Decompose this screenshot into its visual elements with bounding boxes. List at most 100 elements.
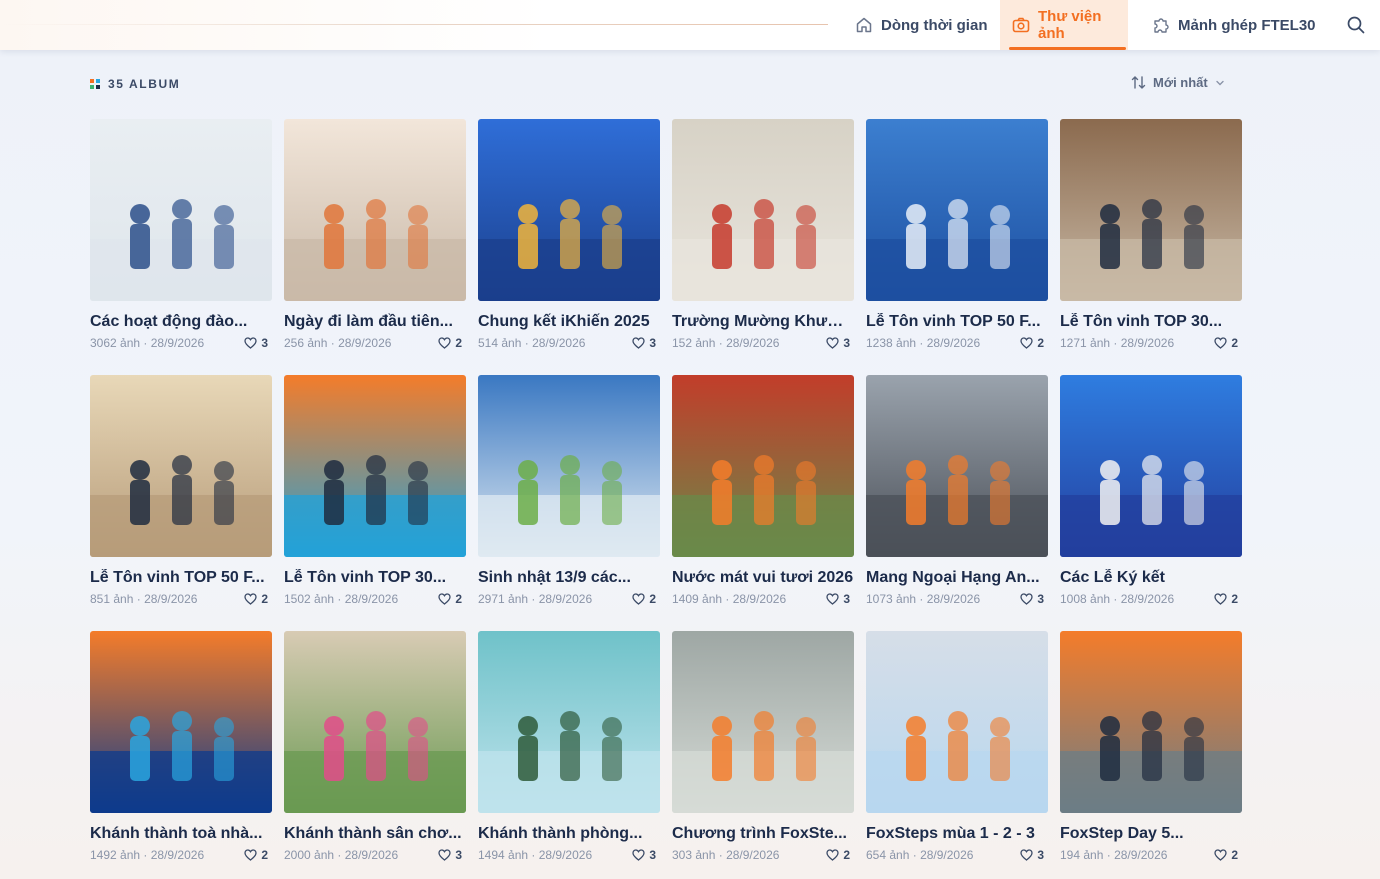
like-button[interactable]: 2 <box>1214 592 1238 606</box>
album-thumbnail[interactable] <box>284 119 466 301</box>
like-button[interactable]: 3 <box>244 336 268 350</box>
chevron-down-icon <box>1216 80 1224 85</box>
meta-separator: · <box>715 336 727 350</box>
album-photo-count: 2971 ảnh <box>478 592 529 606</box>
meta-separator: · <box>722 592 733 606</box>
album-card[interactable]: Trường Mường Khươn... 152 ảnh · 28/9/2026… <box>672 119 854 350</box>
album-title[interactable]: Ngày đi làm đầu tiên... <box>284 313 466 331</box>
album-photo-count-date: 2000 ảnh · 28/9/2026 <box>284 848 398 862</box>
album-title[interactable]: Lễ Tôn vinh TOP 30... <box>284 569 466 587</box>
album-card[interactable]: Các hoạt động đào... 3062 ảnh · 28/9/2026… <box>90 119 272 350</box>
album-thumbnail[interactable] <box>866 375 1048 557</box>
meta-separator: · <box>528 848 539 862</box>
album-title[interactable]: Lễ Tôn vinh TOP 30... <box>1060 313 1242 331</box>
album-thumbnail[interactable] <box>672 375 854 557</box>
album-title[interactable]: Các hoạt động đào... <box>90 313 272 331</box>
like-button[interactable]: 2 <box>1214 848 1238 862</box>
album-card[interactable]: Sinh nhật 13/9 các... 2971 ảnh · 28/9/202… <box>478 375 660 606</box>
album-thumbnail[interactable] <box>478 375 660 557</box>
like-button[interactable]: 2 <box>1020 336 1044 350</box>
album-photo-count-date: 256 ảnh · 28/9/2026 <box>284 336 391 350</box>
sort-dropdown[interactable]: Mới nhất <box>1131 75 1225 90</box>
heart-icon <box>1214 849 1227 861</box>
album-thumbnail[interactable] <box>90 631 272 813</box>
search-button[interactable] <box>1346 15 1366 35</box>
album-card[interactable]: Lễ Tôn vinh TOP 50 F... 1238 ảnh · 28/9/2… <box>866 119 1048 350</box>
like-button[interactable]: 2 <box>826 848 850 862</box>
like-button[interactable]: 2 <box>632 592 656 606</box>
album-photo-count-date: 654 ảnh · 28/9/2026 <box>866 848 973 862</box>
album-title[interactable]: Chung kết iKhiến 2025 <box>478 313 660 331</box>
album-photo-count: 303 ảnh <box>672 848 716 862</box>
like-button[interactable]: 3 <box>438 848 462 862</box>
album-meta: 1494 ảnh · 28/9/2026 3 <box>478 848 656 862</box>
album-title[interactable]: FoxSteps mùa 1 - 2 - 3 <box>866 825 1048 843</box>
album-card[interactable]: Khánh thành toà nhà... 1492 ảnh · 28/9/20… <box>90 631 272 862</box>
album-date: 28/9/2026 <box>538 848 593 862</box>
album-title[interactable]: Lễ Tôn vinh TOP 50 F... <box>90 569 272 587</box>
like-button[interactable]: 3 <box>632 848 656 862</box>
sort-icon <box>1131 76 1146 89</box>
album-card[interactable]: Lễ Tôn vinh TOP 30... 1502 ảnh · 28/9/202… <box>284 375 466 606</box>
like-button[interactable]: 2 <box>438 592 462 606</box>
heart-icon <box>244 849 257 861</box>
album-thumbnail[interactable] <box>1060 375 1242 557</box>
album-title[interactable]: Nước mát vui tươi 2026 <box>672 569 854 587</box>
like-button[interactable]: 3 <box>826 592 850 606</box>
album-thumbnail[interactable] <box>90 375 272 557</box>
album-thumbnail[interactable] <box>1060 631 1242 813</box>
album-thumbnail[interactable] <box>866 119 1048 301</box>
album-title[interactable]: Khánh thành toà nhà... <box>90 825 272 843</box>
album-card[interactable]: Các Lễ Ký kết 1008 ảnh · 28/9/2026 2 <box>1060 375 1242 606</box>
album-card[interactable]: Nước mát vui tươi 2026 1409 ảnh · 28/9/20… <box>672 375 854 606</box>
album-card[interactable]: Lễ Tôn vinh TOP 50 F... 851 ảnh · 28/9/20… <box>90 375 272 606</box>
album-thumbnail[interactable] <box>284 631 466 813</box>
album-card[interactable]: Mang Ngoại Hạng An... 1073 ảnh · 28/9/202… <box>866 375 1048 606</box>
album-thumbnail[interactable] <box>478 631 660 813</box>
album-thumbnail[interactable] <box>90 119 272 301</box>
search-icon <box>1347 16 1365 34</box>
album-thumbnail[interactable] <box>284 375 466 557</box>
album-card[interactable]: Khánh thành sân chơ... 2000 ảnh · 28/9/20… <box>284 631 466 862</box>
meta-separator: · <box>1103 848 1115 862</box>
like-button[interactable]: 2 <box>244 848 268 862</box>
like-button[interactable]: 3 <box>632 336 656 350</box>
album-card[interactable]: Chung kết iKhiến 2025 514 ảnh · 28/9/2026… <box>478 119 660 350</box>
like-button[interactable]: 2 <box>438 336 462 350</box>
album-title[interactable]: Khánh thành sân chơ... <box>284 825 466 843</box>
like-button[interactable]: 2 <box>244 592 268 606</box>
like-count: 2 <box>455 336 462 350</box>
album-title[interactable]: FoxStep Day 5... <box>1060 825 1242 843</box>
nav-tab-timeline[interactable]: Dòng thời gian <box>855 0 987 50</box>
album-card[interactable]: FoxSteps mùa 1 - 2 - 3 654 ảnh · 28/9/202… <box>866 631 1048 862</box>
album-card[interactable]: Lễ Tôn vinh TOP 30... 1271 ảnh · 28/9/202… <box>1060 119 1242 350</box>
album-thumbnail[interactable] <box>672 631 854 813</box>
like-button[interactable]: 3 <box>1020 592 1044 606</box>
album-meta: 194 ảnh · 28/9/2026 2 <box>1060 848 1238 862</box>
meta-separator: · <box>916 336 927 350</box>
album-thumbnail[interactable] <box>1060 119 1242 301</box>
album-title[interactable]: Sinh nhật 13/9 các... <box>478 569 660 587</box>
album-card[interactable]: Khánh thành phòng... 1494 ảnh · 28/9/2026… <box>478 631 660 862</box>
album-thumbnail[interactable] <box>672 119 854 301</box>
album-card[interactable]: Ngày đi làm đầu tiên... 256 ảnh · 28/9/20… <box>284 119 466 350</box>
like-button[interactable]: 3 <box>826 336 850 350</box>
album-title[interactable]: Các Lễ Ký kết <box>1060 569 1242 587</box>
album-card[interactable]: Chương trình FoxSte... 303 ảnh · 28/9/202… <box>672 631 854 862</box>
album-thumbnail[interactable] <box>866 631 1048 813</box>
album-thumbnail[interactable] <box>478 119 660 301</box>
album-title[interactable]: Mang Ngoại Hạng An... <box>866 569 1048 587</box>
heart-icon <box>826 849 839 861</box>
album-date: 28/9/2026 <box>726 848 780 862</box>
album-photo-count: 3062 ảnh <box>90 336 141 350</box>
album-card[interactable]: FoxStep Day 5... 194 ảnh · 28/9/2026 2 <box>1060 631 1242 862</box>
album-title[interactable]: Chương trình FoxSte... <box>672 825 854 843</box>
like-button[interactable]: 3 <box>1020 848 1044 862</box>
album-title[interactable]: Khánh thành phòng... <box>478 825 660 843</box>
nav-tab-puzzle[interactable]: Mảnh ghép FTEL30 <box>1152 0 1316 50</box>
album-title[interactable]: Lễ Tôn vinh TOP 50 F... <box>866 313 1048 331</box>
nav-tab-gallery[interactable]: Thư viện ảnh <box>1000 0 1128 50</box>
album-meta: 1492 ảnh · 28/9/2026 2 <box>90 848 268 862</box>
album-title[interactable]: Trường Mường Khươn... <box>672 313 854 331</box>
like-button[interactable]: 2 <box>1214 336 1238 350</box>
